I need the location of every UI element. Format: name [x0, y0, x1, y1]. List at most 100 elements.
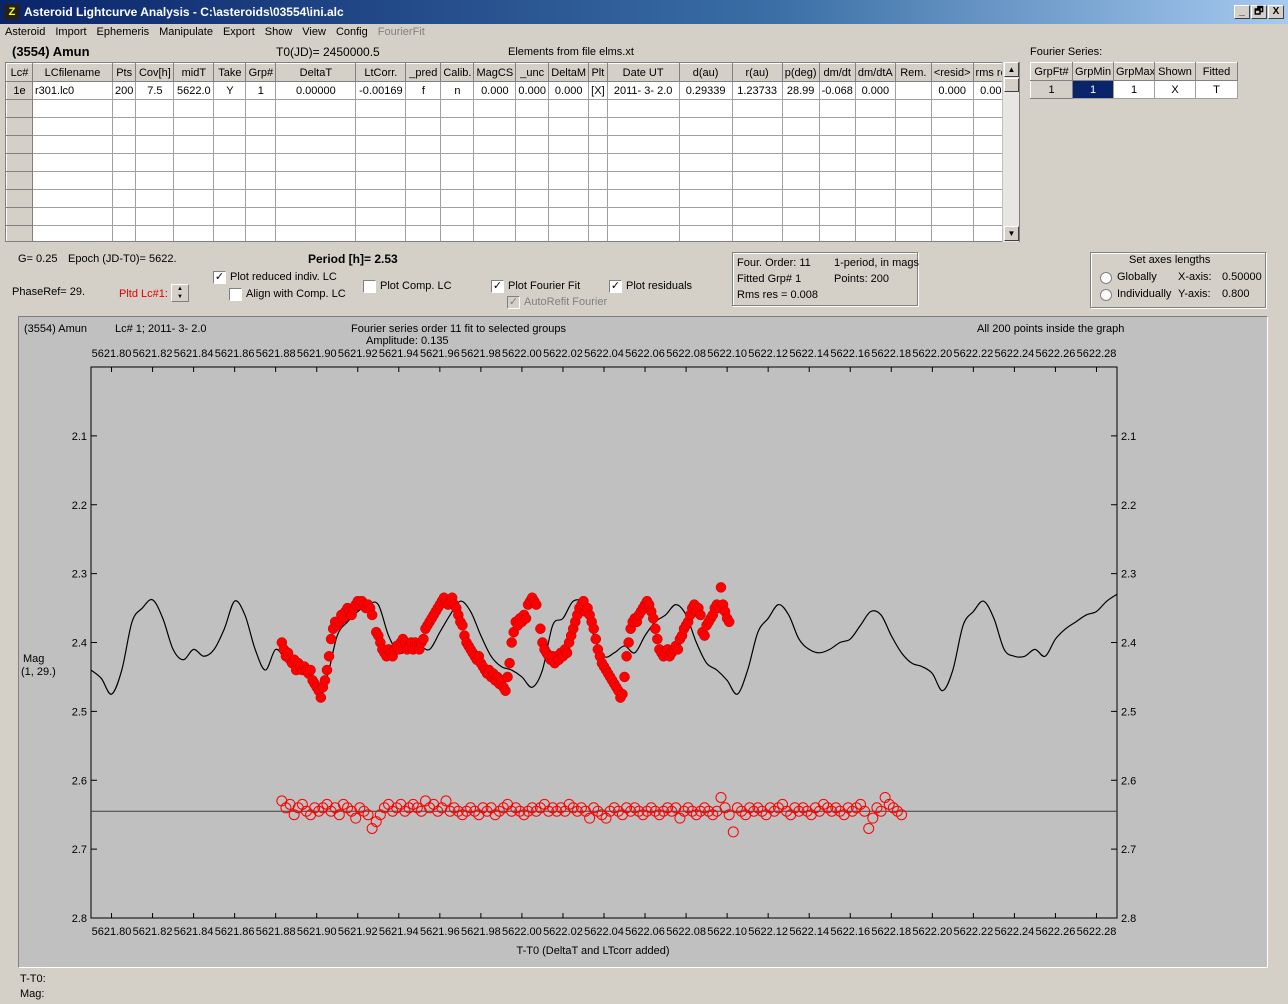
table-cell[interactable] — [548, 189, 590, 208]
table-row[interactable] — [6, 99, 1016, 118]
table-cell[interactable] — [818, 153, 856, 172]
table-cell[interactable] — [173, 225, 215, 241]
plot-canvas[interactable]: (3554) Amun Lc# 1; 2011- 3- 2.0 Fourier … — [19, 317, 1267, 967]
table-cell[interactable] — [930, 171, 974, 190]
table-cell[interactable] — [135, 189, 175, 208]
table-cell[interactable] — [854, 171, 896, 190]
column-header[interactable]: LCfilename — [32, 63, 113, 82]
column-header[interactable]: Date UT — [606, 63, 680, 82]
table-cell[interactable] — [275, 99, 357, 118]
table-cell[interactable] — [111, 153, 137, 172]
column-header[interactable]: MagCS — [473, 63, 517, 82]
table-cell[interactable] — [173, 153, 215, 172]
table-cell[interactable] — [606, 207, 680, 226]
column-header[interactable]: DeltaM — [548, 63, 590, 82]
individually-radio[interactable] — [1100, 289, 1112, 301]
table-cell[interactable] — [515, 99, 550, 118]
app-icon[interactable]: Z — [4, 4, 20, 20]
column-header[interactable]: r(au) — [731, 63, 783, 82]
table-cell[interactable] — [32, 189, 113, 208]
row-header[interactable] — [6, 225, 33, 241]
table-cell[interactable] — [111, 99, 137, 118]
table-cell[interactable] — [515, 207, 550, 226]
align-comp-checkbox[interactable] — [229, 288, 242, 301]
table-cell[interactable] — [731, 99, 783, 118]
table-cell[interactable] — [515, 135, 550, 154]
table-cell[interactable]: 5622.0 — [173, 81, 215, 100]
column-header[interactable]: Grp# — [245, 63, 277, 82]
table-cell[interactable] — [781, 207, 820, 226]
table-cell[interactable] — [473, 225, 517, 241]
plot-comp-checkbox[interactable] — [363, 280, 376, 293]
table-cell[interactable]: 0.000 — [515, 81, 550, 100]
table-cell[interactable] — [678, 189, 733, 208]
table-cell[interactable] — [678, 117, 733, 136]
table-cell[interactable] — [588, 153, 608, 172]
plot-reduced-checkbox[interactable]: ✓ — [213, 271, 226, 284]
table-cell[interactable] — [548, 153, 590, 172]
table-cell[interactable] — [405, 189, 442, 208]
x-axis-value[interactable]: 0.50000 — [1222, 271, 1262, 283]
table-cell[interactable] — [473, 117, 517, 136]
table-cell[interactable] — [854, 153, 896, 172]
fourier-cell[interactable]: 1 — [1030, 80, 1073, 99]
table-cell[interactable] — [548, 207, 590, 226]
row-header[interactable] — [6, 153, 33, 172]
table-cell[interactable] — [606, 171, 680, 190]
table-cell[interactable] — [275, 189, 357, 208]
table-cell[interactable] — [111, 171, 137, 190]
row-header[interactable] — [6, 207, 33, 226]
menu-asteroid[interactable]: Asteroid — [0, 24, 50, 40]
table-cell[interactable] — [473, 99, 517, 118]
table-cell[interactable] — [355, 225, 407, 241]
table-cell[interactable]: 0.29339 — [678, 81, 733, 100]
table-cell[interactable] — [213, 207, 247, 226]
table-cell[interactable] — [440, 225, 475, 241]
table-cell[interactable] — [731, 189, 783, 208]
column-header[interactable]: _unc — [515, 63, 550, 82]
table-cell[interactable] — [678, 99, 733, 118]
table-cell[interactable] — [894, 189, 932, 208]
table-cell[interactable] — [213, 189, 247, 208]
fourier-cell[interactable]: 1 — [1113, 80, 1155, 99]
table-cell[interactable] — [731, 135, 783, 154]
fourier-series-table[interactable]: GrpFt# GrpMin GrpMax Shown Fitted 111XT — [1030, 62, 1238, 99]
table-cell[interactable] — [854, 225, 896, 241]
table-cell[interactable] — [515, 225, 550, 241]
table-cell[interactable] — [135, 117, 175, 136]
fourier-column-header[interactable]: Shown — [1154, 62, 1196, 81]
table-cell[interactable] — [405, 207, 442, 226]
table-cell[interactable] — [245, 153, 277, 172]
table-cell[interactable] — [275, 135, 357, 154]
table-cell[interactable] — [606, 153, 680, 172]
column-header[interactable]: midT — [173, 63, 215, 82]
table-cell[interactable] — [548, 135, 590, 154]
table-cell[interactable] — [355, 207, 407, 226]
table-cell[interactable] — [355, 117, 407, 136]
table-cell[interactable] — [275, 117, 357, 136]
table-cell[interactable] — [473, 171, 517, 190]
table-cell[interactable] — [473, 207, 517, 226]
y-axis-value[interactable]: 0.800 — [1222, 288, 1250, 300]
table-cell[interactable] — [515, 171, 550, 190]
fourier-column-header[interactable]: GrpFt# — [1030, 62, 1073, 81]
table-cell[interactable]: Y — [213, 81, 247, 100]
table-cell[interactable] — [731, 207, 783, 226]
table-cell[interactable] — [818, 99, 856, 118]
table-cell[interactable] — [275, 207, 357, 226]
table-cell[interactable]: 0.000 — [473, 81, 517, 100]
table-cell[interactable]: r301.lc0 — [32, 81, 113, 100]
fourier-cell[interactable]: 1 — [1072, 80, 1114, 99]
table-cell[interactable] — [818, 135, 856, 154]
scroll-down-icon[interactable]: ▼ — [1004, 226, 1019, 241]
scroll-thumb[interactable] — [1004, 78, 1019, 92]
table-cell[interactable] — [173, 207, 215, 226]
table-row[interactable] — [6, 171, 1016, 190]
table-cell[interactable] — [440, 99, 475, 118]
table-cell[interactable]: 0.000 — [548, 81, 590, 100]
table-cell[interactable] — [213, 171, 247, 190]
table-cell[interactable] — [473, 189, 517, 208]
table-cell[interactable] — [440, 207, 475, 226]
fourier-cell[interactable]: T — [1195, 80, 1238, 99]
table-cell[interactable] — [32, 171, 113, 190]
